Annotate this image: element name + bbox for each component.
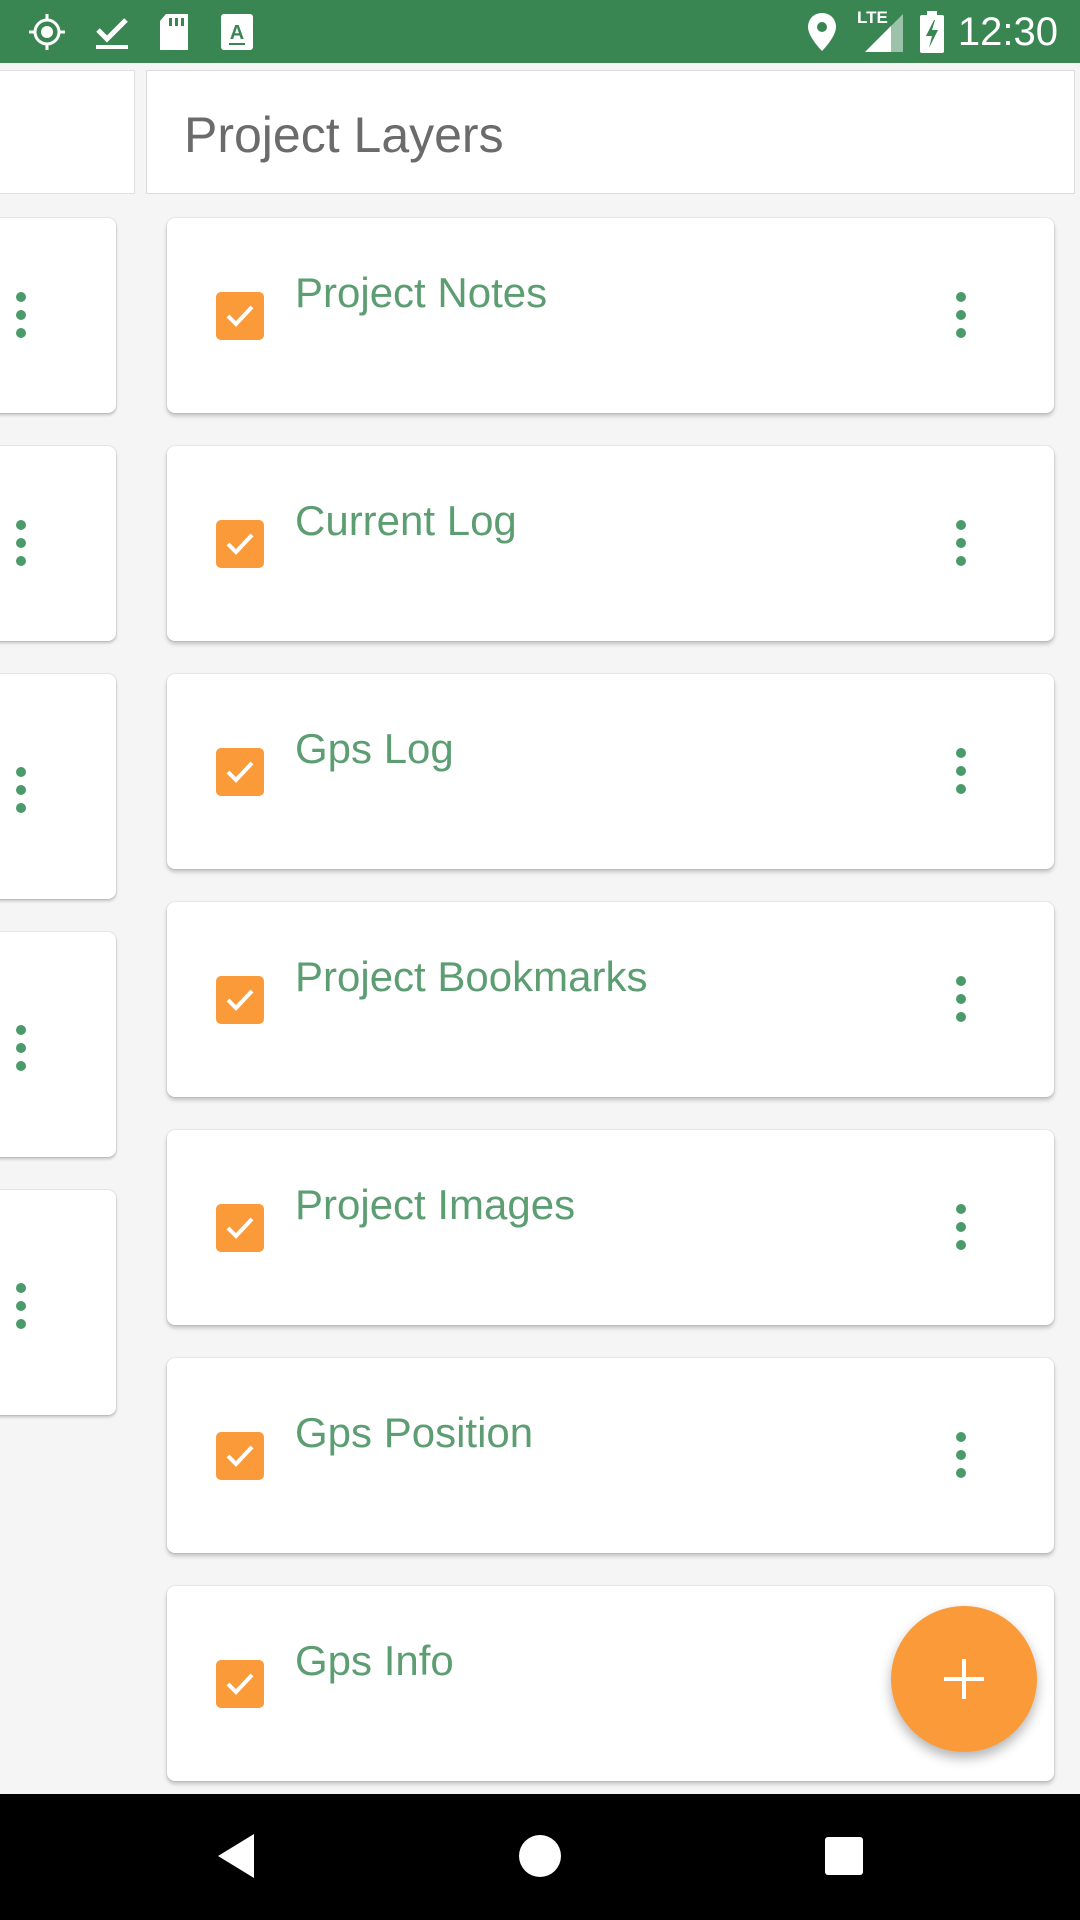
previous-panel-card[interactable] [0, 932, 116, 1157]
back-icon[interactable] [206, 1826, 266, 1886]
layer-name: Gps Log [295, 725, 454, 772]
battery-charging-icon [912, 10, 952, 54]
layer-row-project-bookmarks[interactable]: Project Bookmarks [167, 902, 1054, 1097]
previous-panel-card[interactable] [0, 218, 116, 413]
more-options-icon[interactable] [15, 520, 27, 566]
checkmark-icon [226, 989, 254, 1011]
checkmark-icon [226, 305, 254, 327]
status-bar: A LTE 12:30 [0, 0, 1080, 63]
page-title: Project Layers [184, 107, 504, 163]
more-options-icon[interactable] [955, 748, 967, 794]
gps-icon [25, 10, 69, 54]
layer-row-gps-log[interactable]: Gps Log [167, 674, 1054, 869]
home-icon[interactable] [510, 1826, 570, 1886]
layer-name: Project Images [295, 1181, 576, 1228]
more-options-icon[interactable] [15, 1283, 27, 1329]
layer-checkbox[interactable] [216, 748, 264, 796]
plus-icon [944, 1659, 984, 1699]
more-options-icon[interactable] [15, 292, 27, 338]
add-layer-button[interactable] [891, 1606, 1037, 1752]
previous-panel-card[interactable] [0, 674, 116, 899]
layer-row-current-log[interactable]: Current Log [167, 446, 1054, 641]
layer-row-project-images[interactable]: Project Images [167, 1130, 1054, 1325]
previous-panel-card[interactable] [0, 446, 116, 641]
layer-name: Project Bookmarks [295, 953, 648, 1000]
layer-checkbox[interactable] [216, 1432, 264, 1480]
project-layers-header: Project Layers [146, 70, 1075, 194]
layer-checkbox[interactable] [216, 520, 264, 568]
status-time: 12:30 [957, 10, 1058, 54]
more-options-icon[interactable] [15, 767, 27, 813]
layer-checkbox[interactable] [216, 1204, 264, 1252]
layer-checkbox[interactable] [216, 976, 264, 1024]
svg-text:A: A [230, 22, 244, 44]
layer-row-gps-position[interactable]: Gps Position [167, 1358, 1054, 1553]
sd-card-icon [152, 10, 196, 54]
more-options-icon[interactable] [955, 1432, 967, 1478]
checkmark-icon [226, 1673, 254, 1695]
recents-icon[interactable] [814, 1826, 874, 1886]
location-pin-icon [800, 10, 844, 54]
checkmark-icon [226, 1217, 254, 1239]
more-options-icon[interactable] [955, 1204, 967, 1250]
keyboard-a-icon: A [215, 10, 259, 54]
more-options-icon[interactable] [955, 520, 967, 566]
layer-name: Gps Info [295, 1637, 454, 1684]
layer-checkbox[interactable] [216, 1660, 264, 1708]
previous-panel-header [0, 70, 135, 194]
layer-name: Project Notes [295, 269, 548, 316]
previous-panel-card[interactable] [0, 1190, 116, 1415]
more-options-icon[interactable] [955, 292, 967, 338]
layer-name: Current Log [295, 497, 517, 544]
network-label: LTE [857, 8, 888, 27]
checkmark-icon [226, 533, 254, 555]
download-done-icon [90, 10, 134, 54]
checkmark-icon [226, 1445, 254, 1467]
layer-checkbox[interactable] [216, 292, 264, 340]
more-options-icon[interactable] [15, 1025, 27, 1071]
checkmark-icon [226, 761, 254, 783]
signal-icon: LTE [855, 8, 905, 54]
navigation-bar [0, 1794, 1080, 1920]
layer-name: Gps Position [295, 1409, 534, 1456]
layer-row-project-notes[interactable]: Project Notes [167, 218, 1054, 413]
more-options-icon[interactable] [955, 976, 967, 1022]
